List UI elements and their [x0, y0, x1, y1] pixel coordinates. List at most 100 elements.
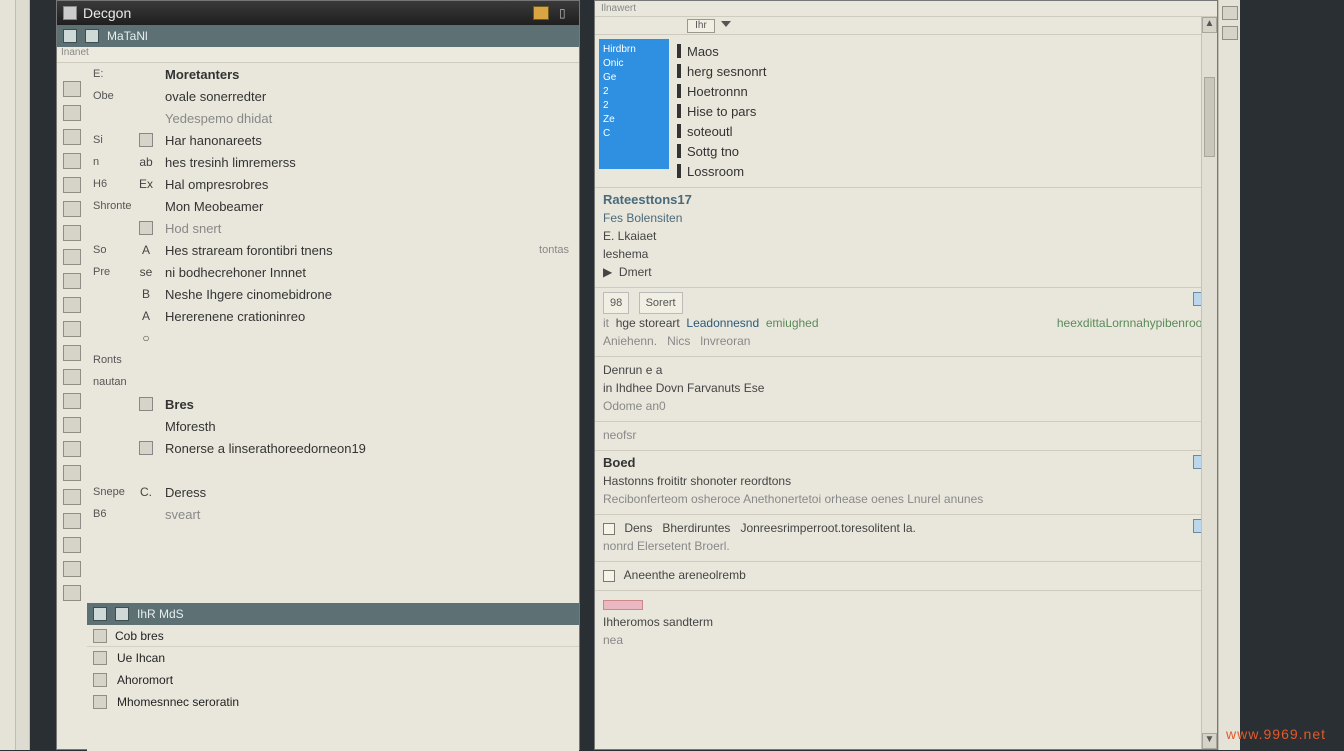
- card-line: Hirdbrn: [603, 43, 665, 57]
- nav-row[interactable]: SoAHes straream forontibri tnenstontas: [87, 239, 579, 261]
- tool-icon[interactable]: [63, 585, 81, 601]
- tool-icon[interactable]: [63, 81, 81, 97]
- footer-pill-row[interactable]: [603, 595, 1209, 613]
- nav-row[interactable]: Obeovale sonerredter: [87, 85, 579, 107]
- dock-item[interactable]: Ue Ihcan: [87, 647, 579, 669]
- nav-row[interactable]: Preseni bodhecrehoner Innnet: [87, 261, 579, 283]
- nav-row[interactable]: SnepeC.Deress: [87, 481, 579, 503]
- group-line[interactable]: leshema: [603, 245, 1209, 263]
- check-line[interactable]: Dens Bherdiruntes Jonreesrimperroot.tore…: [603, 519, 1209, 537]
- card-line: C: [603, 127, 665, 141]
- menu-label[interactable]: MaTaNl: [107, 29, 148, 43]
- menubar[interactable]: MaTaNl: [57, 25, 579, 47]
- menu-doc-icon[interactable]: [85, 29, 99, 43]
- tool-icon[interactable]: [63, 321, 81, 337]
- dock-bar[interactable]: IhR MdS: [87, 603, 579, 625]
- rail-icon[interactable]: [1222, 6, 1238, 20]
- nav-row[interactable]: [87, 459, 579, 481]
- category-item[interactable]: Hoetronnn: [677, 81, 1213, 101]
- dock-icon[interactable]: [93, 607, 107, 621]
- tool-icon[interactable]: [63, 369, 81, 385]
- scroll-thumb[interactable]: [1204, 77, 1215, 157]
- nav-row[interactable]: nautan: [87, 371, 579, 393]
- tool-icon[interactable]: [63, 345, 81, 361]
- group-auth: Aneenthe areneolremb: [595, 561, 1217, 590]
- tool-icon[interactable]: [63, 489, 81, 505]
- tool-icon[interactable]: [63, 177, 81, 193]
- category-item[interactable]: herg sesnonrt: [677, 61, 1213, 81]
- nav-row[interactable]: SiHar hanonareets: [87, 129, 579, 151]
- menu-back-icon[interactable]: [63, 29, 77, 43]
- rail-icon[interactable]: [1222, 26, 1238, 40]
- tool-icon[interactable]: [63, 105, 81, 121]
- tool-icon[interactable]: [63, 417, 81, 433]
- group-line[interactable]: Fes Bolensiten: [603, 209, 1209, 227]
- nav-row[interactable]: B6sveart: [87, 503, 579, 525]
- dock-item[interactable]: Ahoromort: [87, 669, 579, 691]
- result-line[interactable]: it hge storeart Leadonnesnd emiughed hee…: [603, 314, 1209, 332]
- tool-icon[interactable]: [63, 393, 81, 409]
- tag[interactable]: 98: [603, 292, 629, 314]
- group-line[interactable]: E. Lkaiaet: [603, 227, 1209, 245]
- tag[interactable]: Sorert: [639, 292, 683, 314]
- nav-row[interactable]: E:Moretanters: [87, 63, 579, 85]
- category-item[interactable]: Maos: [677, 41, 1213, 61]
- nav-row[interactable]: Bres: [87, 393, 579, 415]
- expand-icon[interactable]: ▶: [603, 265, 612, 279]
- tool-icon[interactable]: [63, 561, 81, 577]
- nav-row[interactable]: ShronteMon Meobeamer: [87, 195, 579, 217]
- nav-row[interactable]: Ronts: [87, 349, 579, 371]
- nav-row[interactable]: AHererenene crationinreo: [87, 305, 579, 327]
- titlebar[interactable]: Decgon ▯: [57, 1, 579, 25]
- scroll-up-icon[interactable]: ▲: [1202, 17, 1217, 33]
- tool-icon[interactable]: [63, 273, 81, 289]
- toolbar-button[interactable]: Ihr: [687, 19, 715, 33]
- tool-icon[interactable]: [63, 249, 81, 265]
- checkbox[interactable]: [603, 570, 615, 582]
- color-swatch[interactable]: [603, 600, 643, 610]
- nav-row[interactable]: H6ExHal ompresrobres: [87, 173, 579, 195]
- nav-row[interactable]: Hod snert: [87, 217, 579, 239]
- nav-row[interactable]: Ronerse a linserathoreedorneon19: [87, 437, 579, 459]
- category-item[interactable]: Hise to pars: [677, 101, 1213, 121]
- category-card[interactable]: HirdbrnOnicGe22ZeC: [599, 39, 669, 169]
- category-item[interactable]: Sottg tno: [677, 141, 1213, 161]
- tool-icon[interactable]: [63, 129, 81, 145]
- tool-icon[interactable]: [63, 297, 81, 313]
- nav-col-a: Si: [93, 134, 127, 146]
- dock-icon[interactable]: [115, 607, 129, 621]
- nav-row[interactable]: nabhes tresinh limremerss: [87, 151, 579, 173]
- category-item[interactable]: soteoutl: [677, 121, 1213, 141]
- chevron-down-icon[interactable]: [721, 21, 731, 31]
- navigator-tree[interactable]: E:MoretantersObeovale sonerredterYedespe…: [87, 63, 579, 603]
- auth-line[interactable]: Aneenthe areneolremb: [603, 566, 1209, 584]
- minimize-button[interactable]: [533, 6, 549, 20]
- tool-icon[interactable]: [63, 537, 81, 553]
- maximize-button[interactable]: ▯: [559, 6, 573, 20]
- category-item[interactable]: Lossroom: [677, 161, 1213, 181]
- tool-icon[interactable]: [63, 441, 81, 457]
- nav-row[interactable]: Mforesth: [87, 415, 579, 437]
- detail-line[interactable]: in Ihdhee Dovn Farvanuts Ese: [603, 379, 1209, 397]
- dock-section[interactable]: Cob bres: [87, 625, 579, 647]
- tool-icon[interactable]: [63, 465, 81, 481]
- nav-row[interactable]: Yedespemo dhidat: [87, 107, 579, 129]
- scrollbar[interactable]: ▲ ▼: [1201, 17, 1217, 749]
- group-line[interactable]: ▶ Dmert: [603, 263, 1209, 281]
- tool-icon[interactable]: [63, 225, 81, 241]
- top-tabs[interactable]: Ilnawert: [595, 1, 1217, 17]
- small-tabs[interactable]: Inanet: [57, 47, 579, 63]
- dock-section-label: Cob bres: [115, 629, 164, 643]
- toolbar[interactable]: Ihr: [595, 17, 1217, 35]
- tool-icon[interactable]: [63, 201, 81, 217]
- top-tab[interactable]: Ilnawert: [601, 3, 636, 14]
- dock-item[interactable]: Mhomesnnec seroratin: [87, 691, 579, 713]
- tool-icon[interactable]: [63, 513, 81, 529]
- scroll-down-icon[interactable]: ▼: [1202, 733, 1217, 749]
- tool-icon[interactable]: [63, 153, 81, 169]
- card-line: Ze: [603, 113, 665, 127]
- nav-row[interactable]: ○: [87, 327, 579, 349]
- check-meta: nonrd Elersetent Broerl.: [603, 537, 1209, 555]
- nav-row[interactable]: BNeshe Ihgere cinomebidrone: [87, 283, 579, 305]
- checkbox[interactable]: [603, 523, 615, 535]
